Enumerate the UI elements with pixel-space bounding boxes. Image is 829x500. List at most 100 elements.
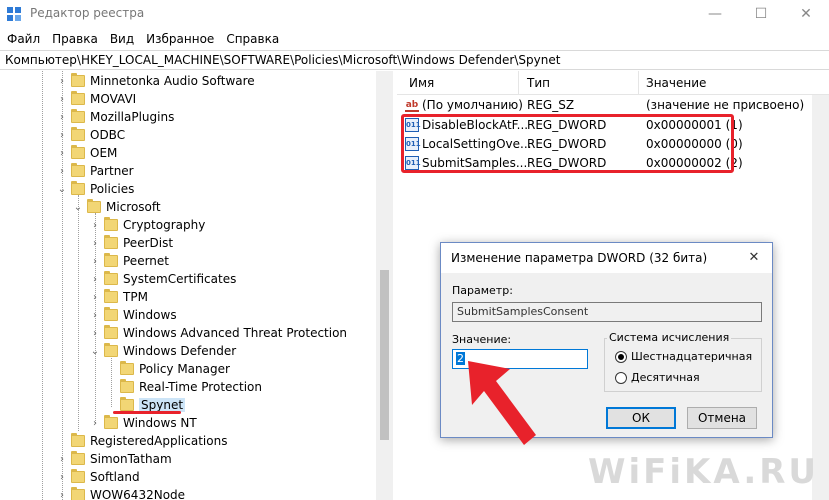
tree-item[interactable]: ⌄ Microsoft [72,198,161,216]
dialog-close-icon[interactable]: ✕ [739,246,769,270]
tree-item[interactable]: › Windows Advanced Threat Protection [89,324,347,342]
radio-hex-indicator[interactable] [615,350,627,363]
chevron-right-icon[interactable]: › [56,453,68,465]
chevron-right-icon[interactable]: › [89,291,101,303]
tree-item-label: Spynet [139,398,186,412]
param-name-field: SubmitSamplesConsent [452,302,762,322]
radio-hex-label: Шестнадцатеричная [631,350,753,363]
menu-help[interactable]: Справка [226,32,279,46]
minimize-button[interactable]: — [692,0,738,28]
chevron-right-icon[interactable]: › [56,471,68,483]
chevron-right-icon[interactable]: › [89,273,101,285]
tree-item-label: OEM [90,146,118,160]
tree-item-label: Partner [90,164,134,178]
folder-icon [104,325,118,339]
folder-icon [120,379,134,393]
folder-icon [71,163,85,177]
tree-item[interactable]: › Windows NT [89,414,197,432]
tree-item[interactable]: RegisteredApplications [56,432,227,450]
tree-item[interactable]: › TPM [89,288,148,306]
folder-icon [87,199,101,213]
chevron-right-icon[interactable]: › [89,327,101,339]
value-label: Значение: [452,333,512,346]
menu-file[interactable]: Файл [7,32,40,46]
chevron-down-icon[interactable]: ⌄ [72,201,84,213]
tree-item-label: ODBC [90,128,126,142]
title-bar: Редактор реестра — ☐ ✕ [0,0,829,28]
tree-item[interactable]: Policy Manager [105,360,230,378]
chevron-right-icon[interactable]: › [56,489,68,500]
folder-icon [104,307,118,321]
radio-dec[interactable]: Десятичная [615,371,700,384]
tree-item[interactable]: › WOW6432Node [56,486,185,500]
tree-item-label: Windows NT [123,416,197,430]
window-title: Редактор реестра [30,6,145,20]
tree-item[interactable]: › Minnetonka Audio Software [56,72,255,90]
maximize-button[interactable]: ☐ [738,0,784,28]
folder-icon [104,253,118,267]
tree-item[interactable]: ⌄ Windows Defender [89,342,236,360]
folder-icon [71,451,85,465]
tree-item-label: RegisteredApplications [90,434,228,448]
column-name[interactable]: Имя [409,76,434,90]
folder-icon [71,433,85,447]
tree-item[interactable]: › Cryptography [89,216,205,234]
chevron-down-icon[interactable]: ⌄ [89,345,101,357]
close-button[interactable]: ✕ [783,0,829,28]
column-separator[interactable] [638,71,639,95]
tree-item[interactable]: › ODBC [56,126,125,144]
chevron-right-icon[interactable]: › [89,237,101,249]
radio-dec-indicator[interactable] [615,371,627,384]
chevron-right-icon[interactable]: › [56,93,68,105]
chevron-right-icon[interactable]: › [89,255,101,267]
tree-item-label: Softland [90,470,140,484]
column-separator[interactable] [518,71,519,95]
cancel-button[interactable]: Отмена [687,407,757,429]
chevron-right-icon[interactable]: › [89,417,101,429]
tree-item-label: MozillaPlugins [90,110,175,124]
list-item[interactable]: ab (По умолчанию) REG_SZ (значение не пр… [397,96,829,115]
chevron-right-icon[interactable]: › [56,129,68,141]
tree-item[interactable]: ⌄ Policies [56,180,134,198]
tree-item-label: Policy Manager [139,362,230,376]
registry-tree[interactable]: › Minnetonka Audio Software › MOVAVI › Mozill… [0,71,393,500]
tree-item[interactable]: › Windows [89,306,177,324]
tree-item-label: Minnetonka Audio Software [90,74,255,88]
menu-favorites[interactable]: Избранное [146,32,214,46]
column-value[interactable]: Значение [646,76,706,90]
menu-edit[interactable]: Правка [52,32,98,46]
list-scrollbar[interactable] [812,95,829,500]
menu-view[interactable]: Вид [110,32,134,46]
ok-button[interactable]: ОК [606,407,676,429]
tree-item[interactable]: Real-Time Protection [105,378,262,396]
tree-item[interactable]: › PeerDist [89,234,173,252]
chevron-right-icon[interactable]: › [56,165,68,177]
folder-icon [104,235,118,249]
tree-item[interactable]: › MOVAVI [56,90,136,108]
folder-icon [104,271,118,285]
chevron-right-icon[interactable]: › [56,75,68,87]
folder-icon [104,415,118,429]
tree-item[interactable]: › Softland [56,468,140,486]
chevron-right-icon[interactable]: › [56,111,68,123]
tree-item[interactable]: › SimonTatham [56,450,172,468]
column-type[interactable]: Тип [527,76,550,90]
tree-item-label: Cryptography [123,218,206,232]
tree-scrollbar-thumb[interactable] [380,270,389,440]
tree-item[interactable]: › OEM [56,144,117,162]
radio-hex[interactable]: Шестнадцатеричная [615,350,752,363]
folder-icon [104,289,118,303]
tree-item[interactable]: › Peernet [89,252,169,270]
chevron-right-icon[interactable]: › [89,309,101,321]
chevron-down-icon[interactable]: ⌄ [56,183,68,195]
tree-item-label: Windows [123,308,177,322]
tree-item[interactable]: › Partner [56,162,134,180]
address-bar[interactable]: Компьютер\HKEY_LOCAL_MACHINE\SOFTWARE\Po… [0,50,829,70]
chevron-right-icon[interactable]: › [56,147,68,159]
tree-item[interactable]: › MozillaPlugins [56,108,174,126]
folder-icon [104,343,118,357]
folder-icon [71,487,85,500]
chevron-right-icon[interactable]: › [89,219,101,231]
tree-item[interactable]: › SystemCertificates [89,270,236,288]
